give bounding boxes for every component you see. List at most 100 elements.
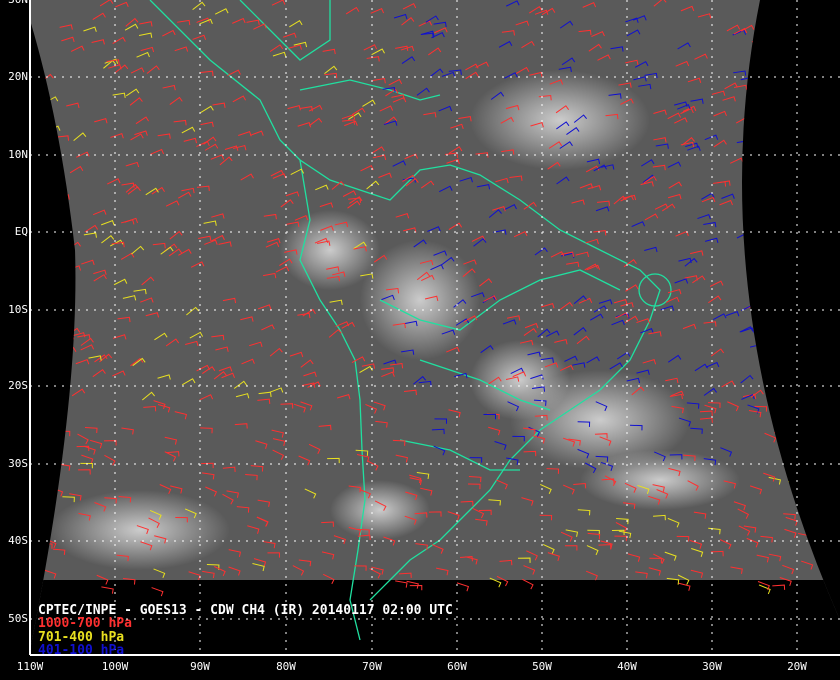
- wind-barb: [801, 225, 815, 231]
- legend-high-level: 401-100 hPa: [38, 644, 124, 657]
- wind-barb: [820, 501, 834, 510]
- wind-barb: [55, 337, 70, 345]
- wind-barb: [762, 220, 777, 229]
- wind-barb: [781, 408, 794, 416]
- wind-barb: [767, 122, 781, 128]
- wind-barb: [824, 119, 839, 126]
- wind-barb: [774, 2, 789, 8]
- wind-barb: [818, 390, 833, 396]
- lat-label: 20N: [8, 70, 28, 83]
- wind-barb: [755, 215, 769, 225]
- wind-barb: [771, 10, 785, 18]
- wind-barb: [809, 189, 823, 195]
- wind-barb: [799, 116, 813, 126]
- wind-barb: [791, 231, 806, 238]
- wind-barb: [794, 31, 808, 39]
- wind-barb: [769, 407, 782, 416]
- wind-barb: [798, 391, 812, 398]
- lat-label: 10N: [8, 148, 28, 161]
- wind-barb: [48, 196, 63, 202]
- lon-label: 90W: [190, 660, 210, 673]
- wind-barb: [801, 276, 815, 283]
- wind-barb: [806, 251, 821, 260]
- lat-label: 30S: [8, 457, 28, 470]
- wind-barb: [800, 473, 813, 482]
- wind-barb: [772, 7, 787, 13]
- lon-label: 110W: [16, 660, 44, 673]
- wind-barb: [763, 26, 778, 33]
- wind-barb: [781, 230, 796, 238]
- legend-label-low: 1000-700 hPa: [38, 616, 132, 631]
- wind-barb: [801, 22, 815, 28]
- wind-barb: [42, 498, 56, 505]
- wind-barb: [814, 498, 826, 510]
- wind-barb: [780, 194, 794, 201]
- wind-barb: [822, 144, 836, 153]
- wind-barb: [816, 278, 831, 285]
- wind-barb: [812, 498, 825, 510]
- wind-barb: [794, 322, 808, 328]
- wind-barb: [813, 65, 827, 72]
- satellite-wind-map: [29, 0, 840, 656]
- wind-barb: [803, 47, 817, 53]
- wind-barb: [811, 277, 825, 286]
- wind-barb: [48, 403, 62, 411]
- wind-barb: [784, 318, 799, 325]
- wind-barb: [774, 26, 788, 33]
- wind-barb: [826, 126, 840, 135]
- wind-barb: [824, 446, 838, 452]
- cloud: [330, 480, 430, 540]
- wind-barb: [770, 228, 785, 236]
- lat-label: 10S: [8, 303, 28, 316]
- wind-barb: [40, 432, 53, 439]
- wind-barb: [787, 250, 801, 259]
- wind-barb: [758, 322, 772, 332]
- wind-barb: [803, 166, 817, 176]
- legend-label-high: 401-100 hPa: [38, 643, 125, 658]
- cloud: [470, 340, 570, 420]
- wind-barb: [818, 206, 832, 213]
- wind-barb: [772, 96, 786, 103]
- wind-barb: [791, 27, 806, 36]
- wind-barb: [799, 215, 813, 221]
- wind-barb: [788, 480, 801, 487]
- wind-barb: [806, 51, 820, 58]
- wind-barb: [823, 455, 837, 461]
- lat-label: 30N: [2, 0, 28, 6]
- wind-barb: [761, 130, 776, 136]
- wind-barb: [818, 474, 831, 484]
- wind-barb: [51, 327, 65, 334]
- wind-barb: [810, 238, 824, 247]
- wind-barb: [825, 248, 839, 255]
- lon-label: 40W: [617, 660, 637, 673]
- wind-barb: [802, 220, 816, 230]
- wind-barb: [822, 324, 837, 333]
- wind-barb: [784, 212, 799, 219]
- wind-barb: [764, 204, 778, 213]
- wind-barb: [749, 158, 763, 164]
- legend-low-level: 1000-700 hPa: [38, 617, 132, 630]
- wind-barb: [767, 1, 781, 8]
- lon-label: 80W: [276, 660, 296, 673]
- wind-barb: [751, 35, 766, 43]
- lat-label: 40S: [8, 534, 28, 547]
- wind-barb: [56, 194, 70, 200]
- lon-label: 70W: [362, 660, 382, 673]
- wind-barb: [808, 272, 823, 279]
- wind-barb: [60, 334, 75, 340]
- lon-label: 20W: [787, 660, 807, 673]
- lat-label: EQ: [14, 225, 28, 238]
- wind-barb: [772, 111, 786, 118]
- wind-barb: [786, 435, 799, 444]
- wind-barb: [742, 161, 757, 167]
- lat-label: 50S: [8, 612, 28, 625]
- wind-barb: [810, 135, 824, 142]
- wind-barb: [755, 268, 770, 274]
- lon-label: 50W: [532, 660, 552, 673]
- wind-barb: [793, 39, 807, 48]
- wind-barb: [811, 99, 825, 107]
- wind-barb: [791, 24, 805, 31]
- wind-barb: [811, 388, 826, 395]
- lon-label: 60W: [447, 660, 467, 673]
- wind-barb: [765, 56, 779, 65]
